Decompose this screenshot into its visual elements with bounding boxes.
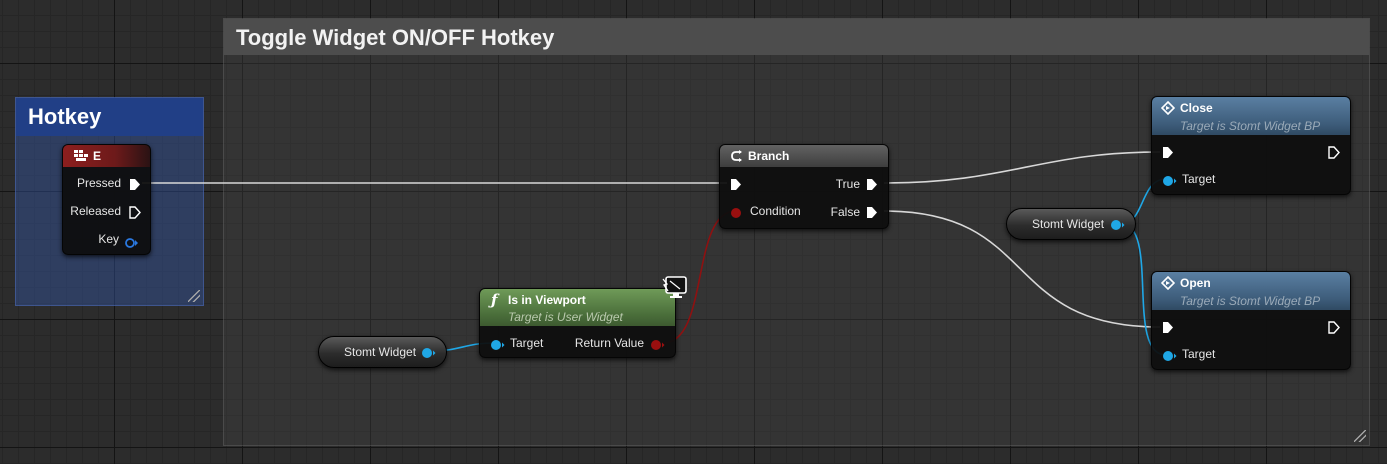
branch-icon (729, 149, 743, 168)
variable-label: Stomt Widget (1032, 217, 1105, 231)
object-pin-target-icon[interactable] (490, 338, 505, 356)
bool-pin-return-value-icon[interactable] (650, 338, 665, 356)
object-pin-output-icon[interactable] (1110, 218, 1125, 236)
pin-label-target: Target (1182, 347, 1216, 361)
function-icon: ƒ (491, 291, 498, 309)
exec-wire-true-to-close[interactable] (883, 151, 1161, 184)
key-event-node-e[interactable]: E Pressed Released Key (62, 144, 151, 255)
exec-pin-input-icon[interactable] (730, 178, 742, 196)
stomt-widget-variable-node[interactable]: Stomt Widget (1006, 208, 1136, 240)
diamond-call-icon (1160, 275, 1176, 295)
bool-pin-condition-icon[interactable] (730, 206, 742, 224)
node-title: Branch (748, 149, 790, 163)
wires-layer (142, 151, 1167, 356)
exec-pin-released-icon[interactable] (129, 206, 141, 224)
monitor-icon (660, 275, 688, 306)
node-title: E (93, 149, 102, 163)
struct-pin-key-icon[interactable] (125, 235, 139, 253)
pin-label-key: Key (98, 232, 119, 246)
pin-label-true: True (835, 177, 860, 191)
node-title: Is in Viewport (508, 293, 586, 307)
pin-label-condition: Condition (750, 204, 801, 218)
diamond-call-icon (1160, 100, 1176, 120)
exec-pin-input-icon[interactable] (1162, 321, 1174, 339)
node-subtitle: Target is Stomt Widget BP (1180, 119, 1321, 133)
pin-label-false: False (830, 205, 860, 219)
pin-label-target: Target (1182, 172, 1216, 186)
keyboard-key-icon (73, 149, 89, 168)
exec-pin-input-icon[interactable] (1162, 146, 1174, 164)
open-function-node[interactable]: Open Target is Stomt Widget BP Target (1151, 271, 1351, 370)
pin-label-pressed: Pressed (76, 176, 121, 190)
is-in-viewport-node[interactable]: ƒ Is in Viewport Target is User Widget T… (479, 288, 676, 358)
pin-label-return-value: Return Value (574, 336, 644, 350)
object-pin-target-icon[interactable] (1162, 349, 1177, 367)
exec-pin-output-icon[interactable] (1328, 146, 1340, 164)
variable-label: Stomt Widget (344, 345, 417, 359)
object-pin-target-icon[interactable] (1162, 174, 1177, 192)
exec-pin-output-icon[interactable] (1328, 321, 1340, 339)
close-function-node[interactable]: Close Target is Stomt Widget BP Target (1151, 96, 1351, 195)
exec-pin-false-icon[interactable] (866, 206, 878, 224)
node-header (720, 145, 888, 167)
stomt-widget-variable-node[interactable]: Stomt Widget (318, 336, 447, 368)
exec-pin-true-icon[interactable] (866, 178, 878, 196)
pin-label-released: Released (70, 204, 121, 218)
pin-label-target: Target (510, 336, 544, 350)
exec-pin-pressed-icon[interactable] (129, 178, 141, 196)
node-title: Close (1180, 101, 1213, 115)
node-subtitle: Target is User Widget (508, 310, 623, 324)
node-subtitle: Target is Stomt Widget BP (1180, 294, 1321, 308)
node-title: Open (1180, 276, 1211, 290)
object-pin-output-icon[interactable] (421, 346, 436, 364)
branch-node[interactable]: Branch Condition True False (719, 144, 889, 229)
